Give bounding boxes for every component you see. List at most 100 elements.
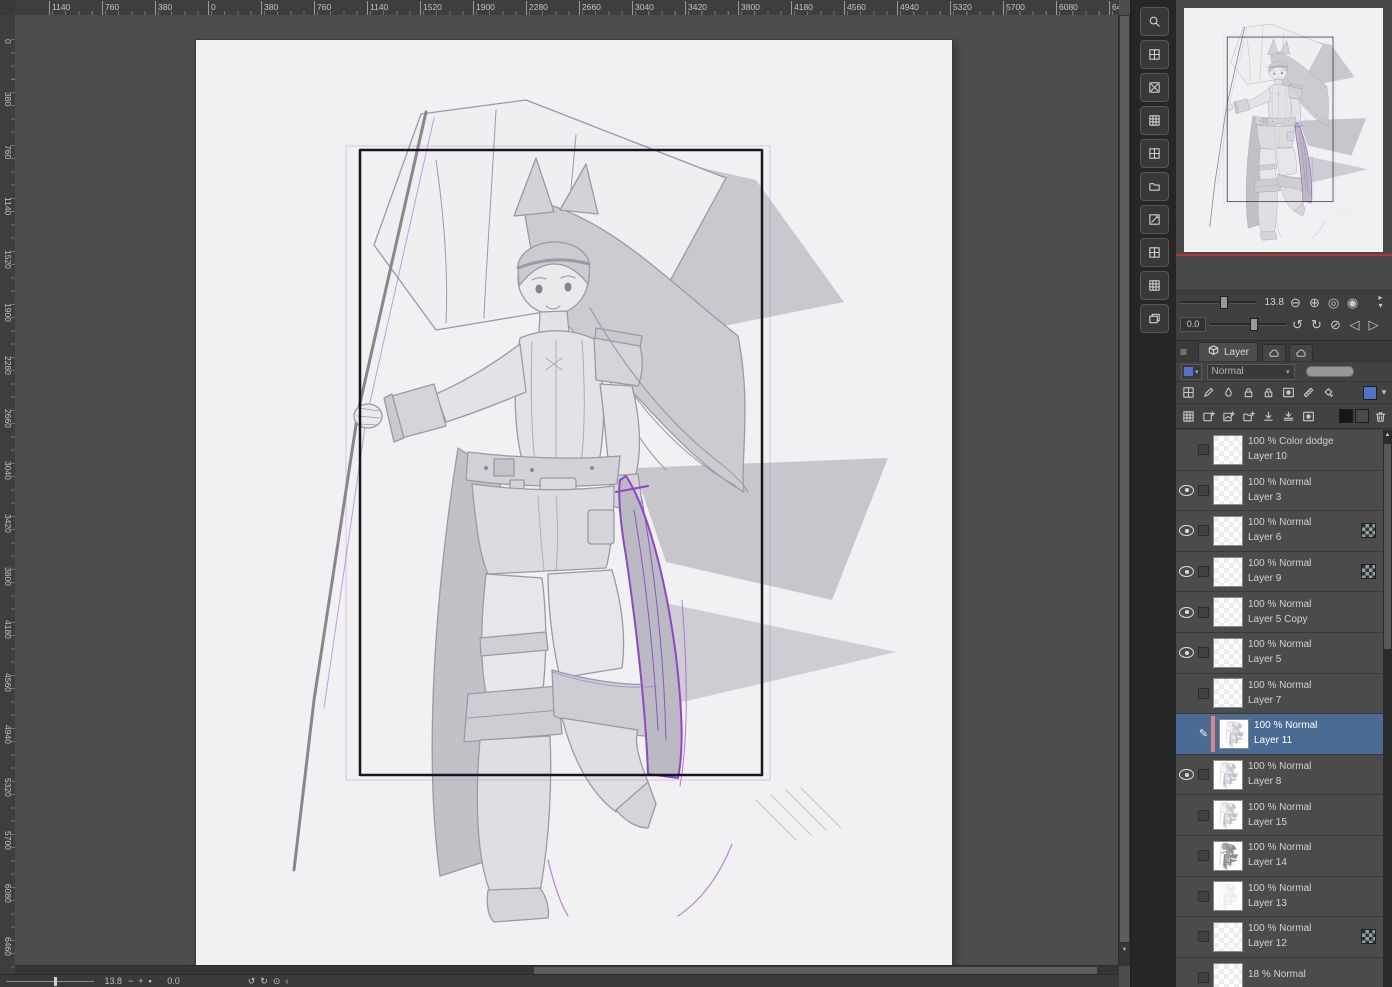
cloud-sync-tab-icon[interactable] [1289,344,1313,361]
palette-color-combo[interactable]: ▾ [1181,364,1202,380]
layer-thumbnail[interactable] [1219,719,1249,749]
layer-checkbox[interactable] [1196,566,1211,577]
blend-droplet-button[interactable] [1219,384,1237,402]
status-zoom-slider[interactable] [6,981,94,982]
layer-thumbnail[interactable] [1213,475,1243,505]
navigator-preview[interactable] [1184,8,1383,252]
material-panel-button-6[interactable] [1140,271,1169,300]
layer-visibility-toggle[interactable] [1177,769,1196,780]
status-zoom-out-button[interactable]: − [128,976,133,986]
material-panel-button-1[interactable] [1140,40,1169,69]
layer-thumbnail[interactable] [1213,678,1243,708]
layer-thumbnail[interactable] [1213,881,1243,911]
collapse-button[interactable]: ‹ [285,976,288,986]
opacity-slider[interactable] [1306,366,1354,377]
layer-visibility-toggle[interactable] [1177,566,1196,577]
layer-checkbox[interactable] [1196,647,1211,658]
layer-checkbox[interactable] [1196,891,1211,902]
fill-settings-button[interactable] [1319,384,1337,402]
background-color-swatch[interactable] [1355,409,1369,423]
layer-checkbox[interactable] [1196,972,1211,983]
layer-thumbnail[interactable] [1213,760,1243,790]
merge-with-lower-button[interactable] [1279,407,1297,425]
new-folder-button[interactable] [1239,407,1257,425]
layer-thumbnail[interactable] [1213,963,1243,987]
reset-view-button[interactable]: ⊙ [273,976,281,986]
tab-layer[interactable]: Layer [1198,342,1258,361]
layer-visibility-toggle[interactable] [1177,485,1196,496]
layer-row[interactable]: 100 % NormalLayer 8 [1176,755,1383,796]
canvas-horizontal-scrollbar-thumb[interactable] [534,967,1097,974]
layer-list-settings-button[interactable] [1179,407,1197,425]
nav-rotate-ccw-button[interactable]: ↺ [1290,317,1305,332]
layer-visibility-toggle[interactable] [1177,607,1196,618]
material-panel-button-5[interactable] [1140,238,1169,267]
folder-panel-button[interactable] [1140,172,1169,201]
nav-flip-horizontal-button[interactable]: ◁ [1347,317,1362,332]
stack-panel-button[interactable] [1140,304,1169,333]
layer-color-swatch[interactable] [1363,386,1377,400]
layer-row[interactable]: 100 % NormalLayer 9 [1176,552,1383,593]
nav-rotate-reset-button[interactable]: ⊘ [1328,317,1343,332]
nav-rotation-slider-handle[interactable] [1250,318,1258,331]
cloud-tab-icon[interactable] [1262,344,1286,361]
layer-list-scrollbar[interactable]: ▲ [1383,430,1392,987]
canvas-page[interactable] [196,40,952,966]
layer-row[interactable]: 100 % NormalLayer 7 [1176,674,1383,715]
layer-checkbox[interactable] [1196,810,1211,821]
edit-panel-button[interactable] [1140,205,1169,234]
transfer-to-lower-button[interactable] [1259,407,1277,425]
layer-row[interactable]: 100 % NormalLayer 12 [1176,917,1383,958]
nav-flip-reset-button[interactable]: ▷ [1366,317,1381,332]
layer-visibility-toggle[interactable] [1177,647,1196,658]
palette-display-settings-button[interactable] [1179,384,1197,402]
nav-zoom-out-button[interactable]: ⊖ [1288,295,1303,310]
lock-layer-button[interactable] [1239,384,1257,402]
scroll-up-icon[interactable]: ▲ [1383,432,1392,438]
undo-button[interactable]: ↺ [248,976,256,986]
layer-thumbnail[interactable] [1213,516,1243,546]
delete-layer-button[interactable] [1371,407,1389,425]
layer-thumbnail[interactable] [1213,800,1243,830]
layer-row[interactable]: 100 % NormalLayer 5 Copy [1176,592,1383,633]
enable-mask-button[interactable] [1279,384,1297,402]
layer-color-expand[interactable]: ▾ [1379,384,1389,402]
layer-checkbox[interactable] [1196,485,1211,496]
layer-thumbnail[interactable] [1213,435,1243,465]
draw-to-layer-button[interactable] [1199,384,1217,402]
blend-mode-select[interactable]: Normal ▾ [1207,364,1295,380]
layer-row[interactable]: 100 % NormalLayer 15 [1176,795,1383,836]
layer-checkbox[interactable] [1196,444,1211,455]
layer-list-scrollbar-thumb[interactable] [1384,444,1391,649]
layer-checkbox[interactable] [1196,769,1211,780]
layer-row[interactable]: 100 % NormalLayer 5 [1176,633,1383,674]
layer-row[interactable]: 100 % NormalLayer 3 [1176,471,1383,512]
ruler-button[interactable] [1299,384,1317,402]
nav-zoom-slider-handle[interactable] [1220,296,1228,309]
nav-fit-button[interactable]: ◉ [1345,295,1360,310]
nav-rotation-slider[interactable] [1210,323,1286,326]
layer-row[interactable]: 100 % NormalLayer 6 [1176,511,1383,552]
status-zoom-slider-handle[interactable] [54,977,57,986]
layer-checkbox[interactable] [1196,688,1211,699]
layer-visibility-toggle[interactable] [1177,525,1196,536]
new-vector-layer-button[interactable] [1219,407,1237,425]
layer-checkbox[interactable] [1196,850,1211,861]
lock-transparent-pixels-button[interactable] [1259,384,1277,402]
nav-zoom-in-button[interactable]: ⊕ [1307,295,1322,310]
nav-sub-button-2[interactable]: ▾ [1373,302,1388,310]
material-panel-button-3[interactable] [1140,106,1169,135]
layer-thumbnail[interactable] [1213,597,1243,627]
nav-rotate-cw-button[interactable]: ↻ [1309,317,1324,332]
canvas-vertical-scrollbar[interactable]: ▼ [1118,15,1130,966]
layer-checkbox[interactable] [1196,931,1211,942]
layer-thumbnail[interactable] [1213,922,1243,952]
status-zoom-in-button[interactable]: + [138,976,143,986]
layer-row[interactable]: 100 % Color dodgeLayer 10 [1176,430,1383,471]
layer-checkbox[interactable] [1196,607,1211,618]
material-panel-button-4[interactable] [1140,139,1169,168]
layer-row[interactable]: 100 % NormalLayer 14 [1176,836,1383,877]
layer-checkbox[interactable] [1196,525,1211,536]
material-panel-button-2[interactable] [1140,73,1169,102]
layer-thumbnail[interactable] [1213,638,1243,668]
